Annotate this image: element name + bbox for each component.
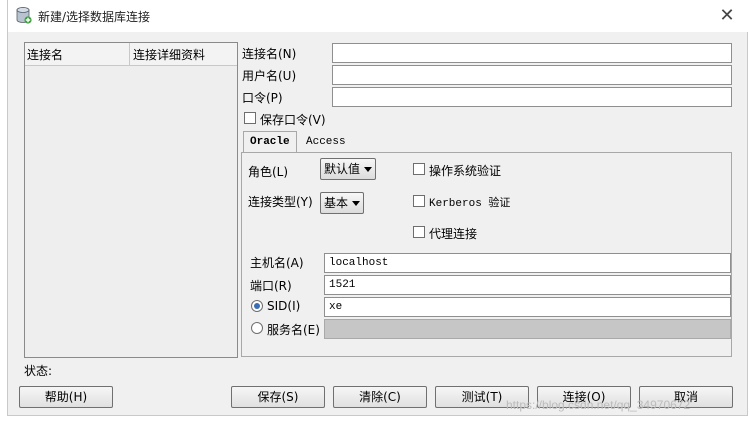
column-header-detail[interactable]: 连接详细资料 — [133, 46, 205, 63]
port-input[interactable]: 1521 — [324, 275, 731, 295]
conn-type-select[interactable]: 基本 — [320, 192, 365, 214]
kerberos-checkbox[interactable] — [413, 195, 425, 207]
window-title: 新建/选择数据库连接 — [38, 10, 151, 24]
save-password-label: 保存口令(V) — [260, 113, 326, 127]
connection-list[interactable]: 连接名 连接详细资料 — [24, 42, 238, 358]
database-icon — [16, 7, 32, 24]
sid-input[interactable]: xe — [324, 297, 731, 317]
status-label: 状态: — [24, 364, 53, 378]
help-button[interactable]: 帮助(H) — [19, 386, 113, 408]
save-password-checkbox[interactable] — [244, 112, 256, 124]
role-value: 默认值 — [324, 162, 361, 176]
new-connection-dialog: 新建/选择数据库连接 ✕ 连接名 连接详细资料 连接名(N) 用户名(U) 口令… — [7, 0, 749, 416]
port-label: 端口(R) — [250, 279, 292, 293]
host-input[interactable]: localhost — [324, 253, 731, 273]
chevron-down-icon — [364, 167, 373, 172]
username-label: 用户名(U) — [242, 69, 297, 83]
proxy-checkbox[interactable] — [413, 226, 425, 238]
kerberos-label: Kerberos 验证 — [429, 198, 511, 210]
tab-access[interactable]: Access — [300, 132, 352, 154]
tab-oracle[interactable]: Oracle — [243, 131, 297, 153]
title-bar: 新建/选择数据库连接 ✕ — [8, 0, 749, 32]
service-name-input — [324, 319, 731, 339]
os-auth-checkbox[interactable] — [413, 163, 425, 175]
sid-label: SID(I) — [267, 299, 301, 313]
conn-name-input[interactable] — [332, 43, 732, 63]
conn-type-value: 基本 — [324, 196, 349, 210]
close-icon[interactable]: ✕ — [717, 6, 737, 26]
watermark-text: https://blog.csdn.net/qq_34970672 — [506, 398, 691, 412]
column-header-name[interactable]: 连接名 — [27, 46, 63, 63]
list-header: 连接名 连接详细资料 — [25, 43, 237, 66]
save-button[interactable]: 保存(S) — [231, 386, 325, 408]
username-input[interactable] — [332, 65, 732, 85]
service-name-radio[interactable] — [251, 322, 263, 334]
password-label: 口令(P) — [242, 91, 283, 105]
proxy-label: 代理连接 — [429, 227, 478, 241]
role-select[interactable]: 默认值 — [320, 158, 377, 180]
sid-radio[interactable] — [251, 300, 263, 312]
service-name-label: 服务名(E) — [267, 323, 320, 337]
host-label: 主机名(A) — [250, 256, 304, 270]
conn-name-label: 连接名(N) — [242, 47, 297, 61]
role-label: 角色(L) — [248, 165, 289, 179]
os-auth-label: 操作系统验证 — [429, 164, 502, 178]
chevron-down-icon — [352, 201, 361, 206]
conn-type-label: 连接类型(Y) — [248, 195, 313, 209]
column-divider[interactable] — [129, 43, 130, 65]
clear-button[interactable]: 清除(C) — [333, 386, 427, 408]
password-input[interactable] — [332, 87, 732, 107]
